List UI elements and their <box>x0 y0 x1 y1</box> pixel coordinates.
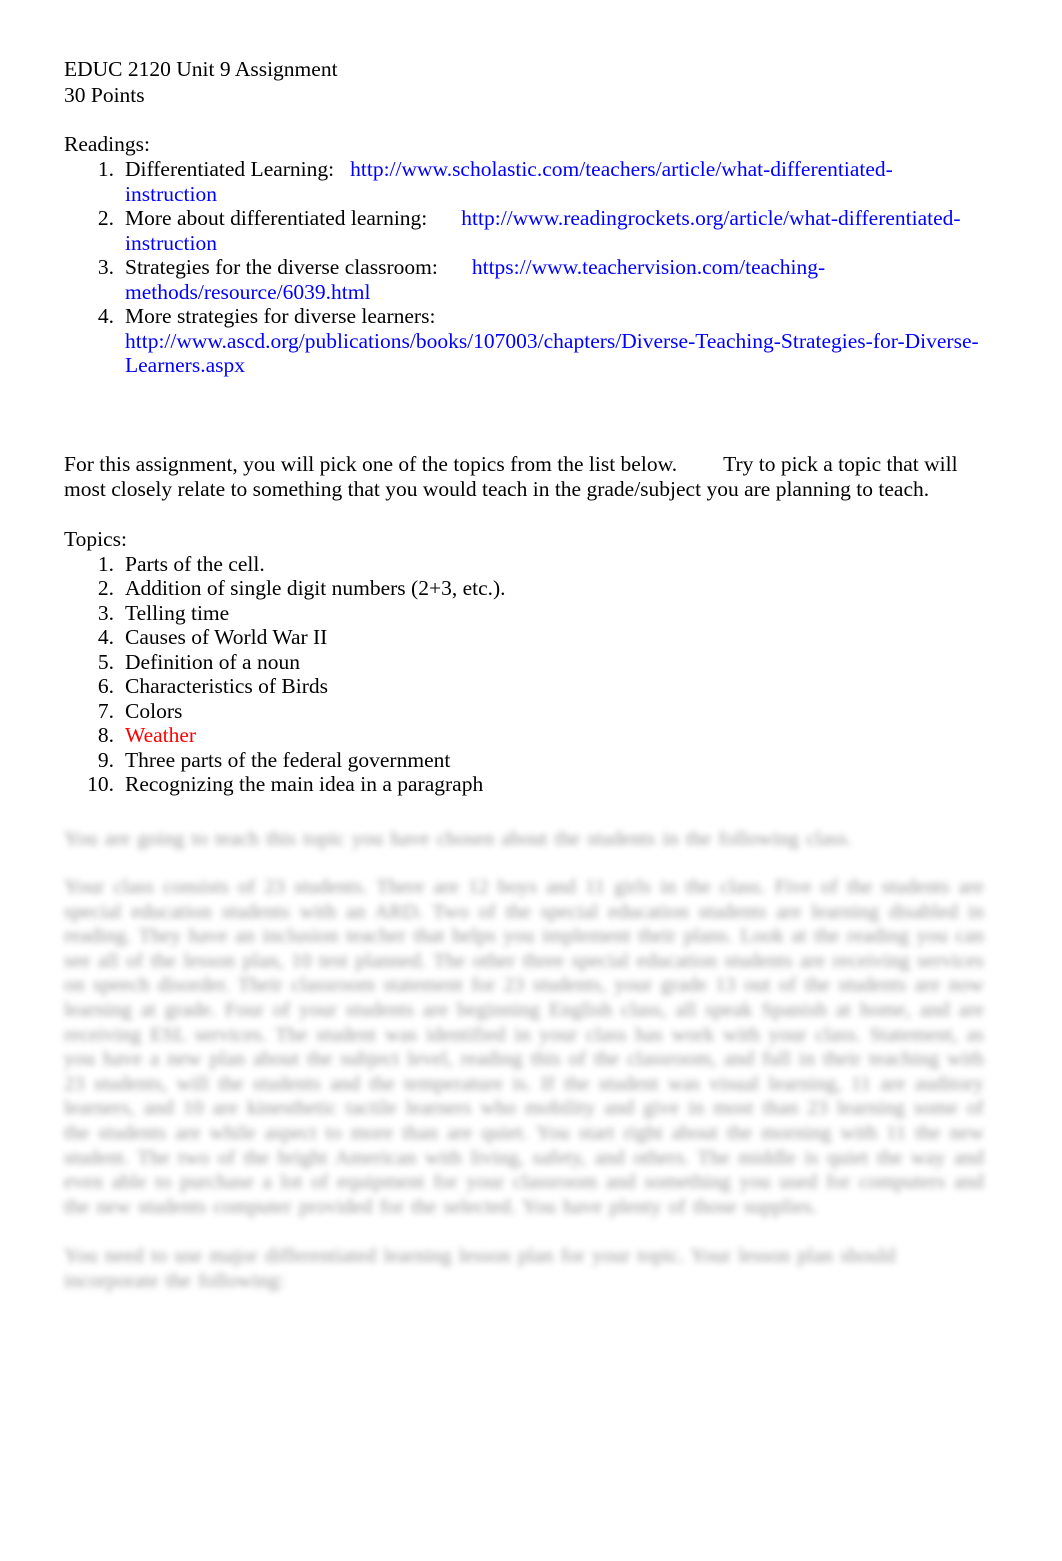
list-item: 2. More about differentiated learning: ht… <box>64 206 984 255</box>
topics-label: Topics: <box>64 526 127 551</box>
document-heading: EDUC 2120 Unit 9 Assignment 30 Points <box>64 57 984 108</box>
list-number: 7. <box>97 698 114 723</box>
list-number: 2. <box>97 576 114 600</box>
redacted-paragraph-2: Your class consists of 23 students. Ther… <box>64 876 984 1218</box>
topic-label-highlighted: Weather <box>125 723 197 747</box>
list-item: 2. Addition of single digit numbers (2+3… <box>64 576 984 601</box>
list-number: 3. <box>97 255 114 279</box>
list-item: 5. Definition of a noun <box>64 650 984 675</box>
document-page: EDUC 2120 Unit 9 Assignment 30 Points Re… <box>0 0 1062 1561</box>
redacted-paragraph-1: You are going to teach this topic you ha… <box>64 827 852 850</box>
list-item: 3. Telling time <box>64 601 984 626</box>
document-body: EDUC 2120 Unit 9 Assignment 30 Points Re… <box>64 57 984 1294</box>
readings-list: 1. Differentiated Learning: http://www.sc… <box>64 157 984 378</box>
list-number: 1. <box>97 157 114 181</box>
instructions-paragraph: For this assignment, you will pick one o… <box>64 452 984 502</box>
topic-label: Characteristics of Birds <box>125 674 329 698</box>
redacted-paragraph-3: You need to use major differentiated lea… <box>64 1245 896 1292</box>
list-number: 1. <box>97 551 114 576</box>
list-item: 9. Three parts of the federal government <box>64 748 984 773</box>
list-item: 1. Parts of the cell. <box>64 552 984 577</box>
topic-label: Recognizing the main idea in a paragraph <box>125 772 484 796</box>
topic-label: Colors <box>125 698 183 723</box>
list-item: 6. Characteristics of Birds <box>64 674 984 699</box>
reading-entry: More about differentiated learning: http:… <box>125 206 984 255</box>
topic-label: Three parts of the federal government <box>125 747 451 772</box>
reading-entry: Differentiated Learning: http://www.schol… <box>125 157 984 206</box>
list-number: 3. <box>97 600 114 625</box>
reading-label: More about differentiated learning: <box>125 206 428 230</box>
list-number: 8. <box>97 723 114 747</box>
list-item: 8. Weather <box>64 723 984 748</box>
reading-link[interactable]: http://www.ascd.org/publications/books/1… <box>125 329 979 378</box>
topic-label: Addition of single digit numbers (2+3, e… <box>125 576 506 600</box>
list-number: 4. <box>97 304 114 328</box>
topics-list: 1. Parts of the cell. 2. Addition of sin… <box>64 552 984 797</box>
list-item: 7. Colors <box>64 699 984 724</box>
list-item: 1. Differentiated Learning: http://www.sc… <box>64 157 984 206</box>
reading-entry: Strategies for the diverse classroom: htt… <box>125 255 984 304</box>
list-item: 10. Recognizing the main idea in a parag… <box>64 772 984 797</box>
course-title: EDUC 2120 Unit 9 Assignment <box>64 57 338 81</box>
topic-label: Parts of the cell. <box>125 551 265 576</box>
topic-label: Telling time <box>125 600 230 625</box>
reading-entry: More strategies for diverse learners: htt… <box>125 304 984 378</box>
reading-label: Differentiated Learning: <box>125 157 335 181</box>
reading-label: Strategies for the diverse classroom: <box>125 255 438 279</box>
instructions-sentence-1: For this assignment, you will pick one o… <box>64 451 678 476</box>
list-number: 10. <box>87 772 114 796</box>
list-item: 4. More strategies for diverse learners:… <box>64 304 984 378</box>
readings-label: Readings: <box>64 132 150 156</box>
list-number: 9. <box>97 747 114 772</box>
list-number: 2. <box>97 206 114 230</box>
topic-label: Definition of a noun <box>125 649 300 674</box>
list-item: 3. Strategies for the diverse classroom:… <box>64 255 984 304</box>
list-number: 5. <box>97 649 114 674</box>
topic-label: Causes of World War II <box>125 625 328 649</box>
list-item: 4. Causes of World War II <box>64 625 984 650</box>
list-number: 4. <box>97 625 114 649</box>
reading-label: More strategies for diverse learners: <box>125 304 436 328</box>
points-line: 30 Points <box>64 82 145 107</box>
list-number: 6. <box>97 674 114 698</box>
